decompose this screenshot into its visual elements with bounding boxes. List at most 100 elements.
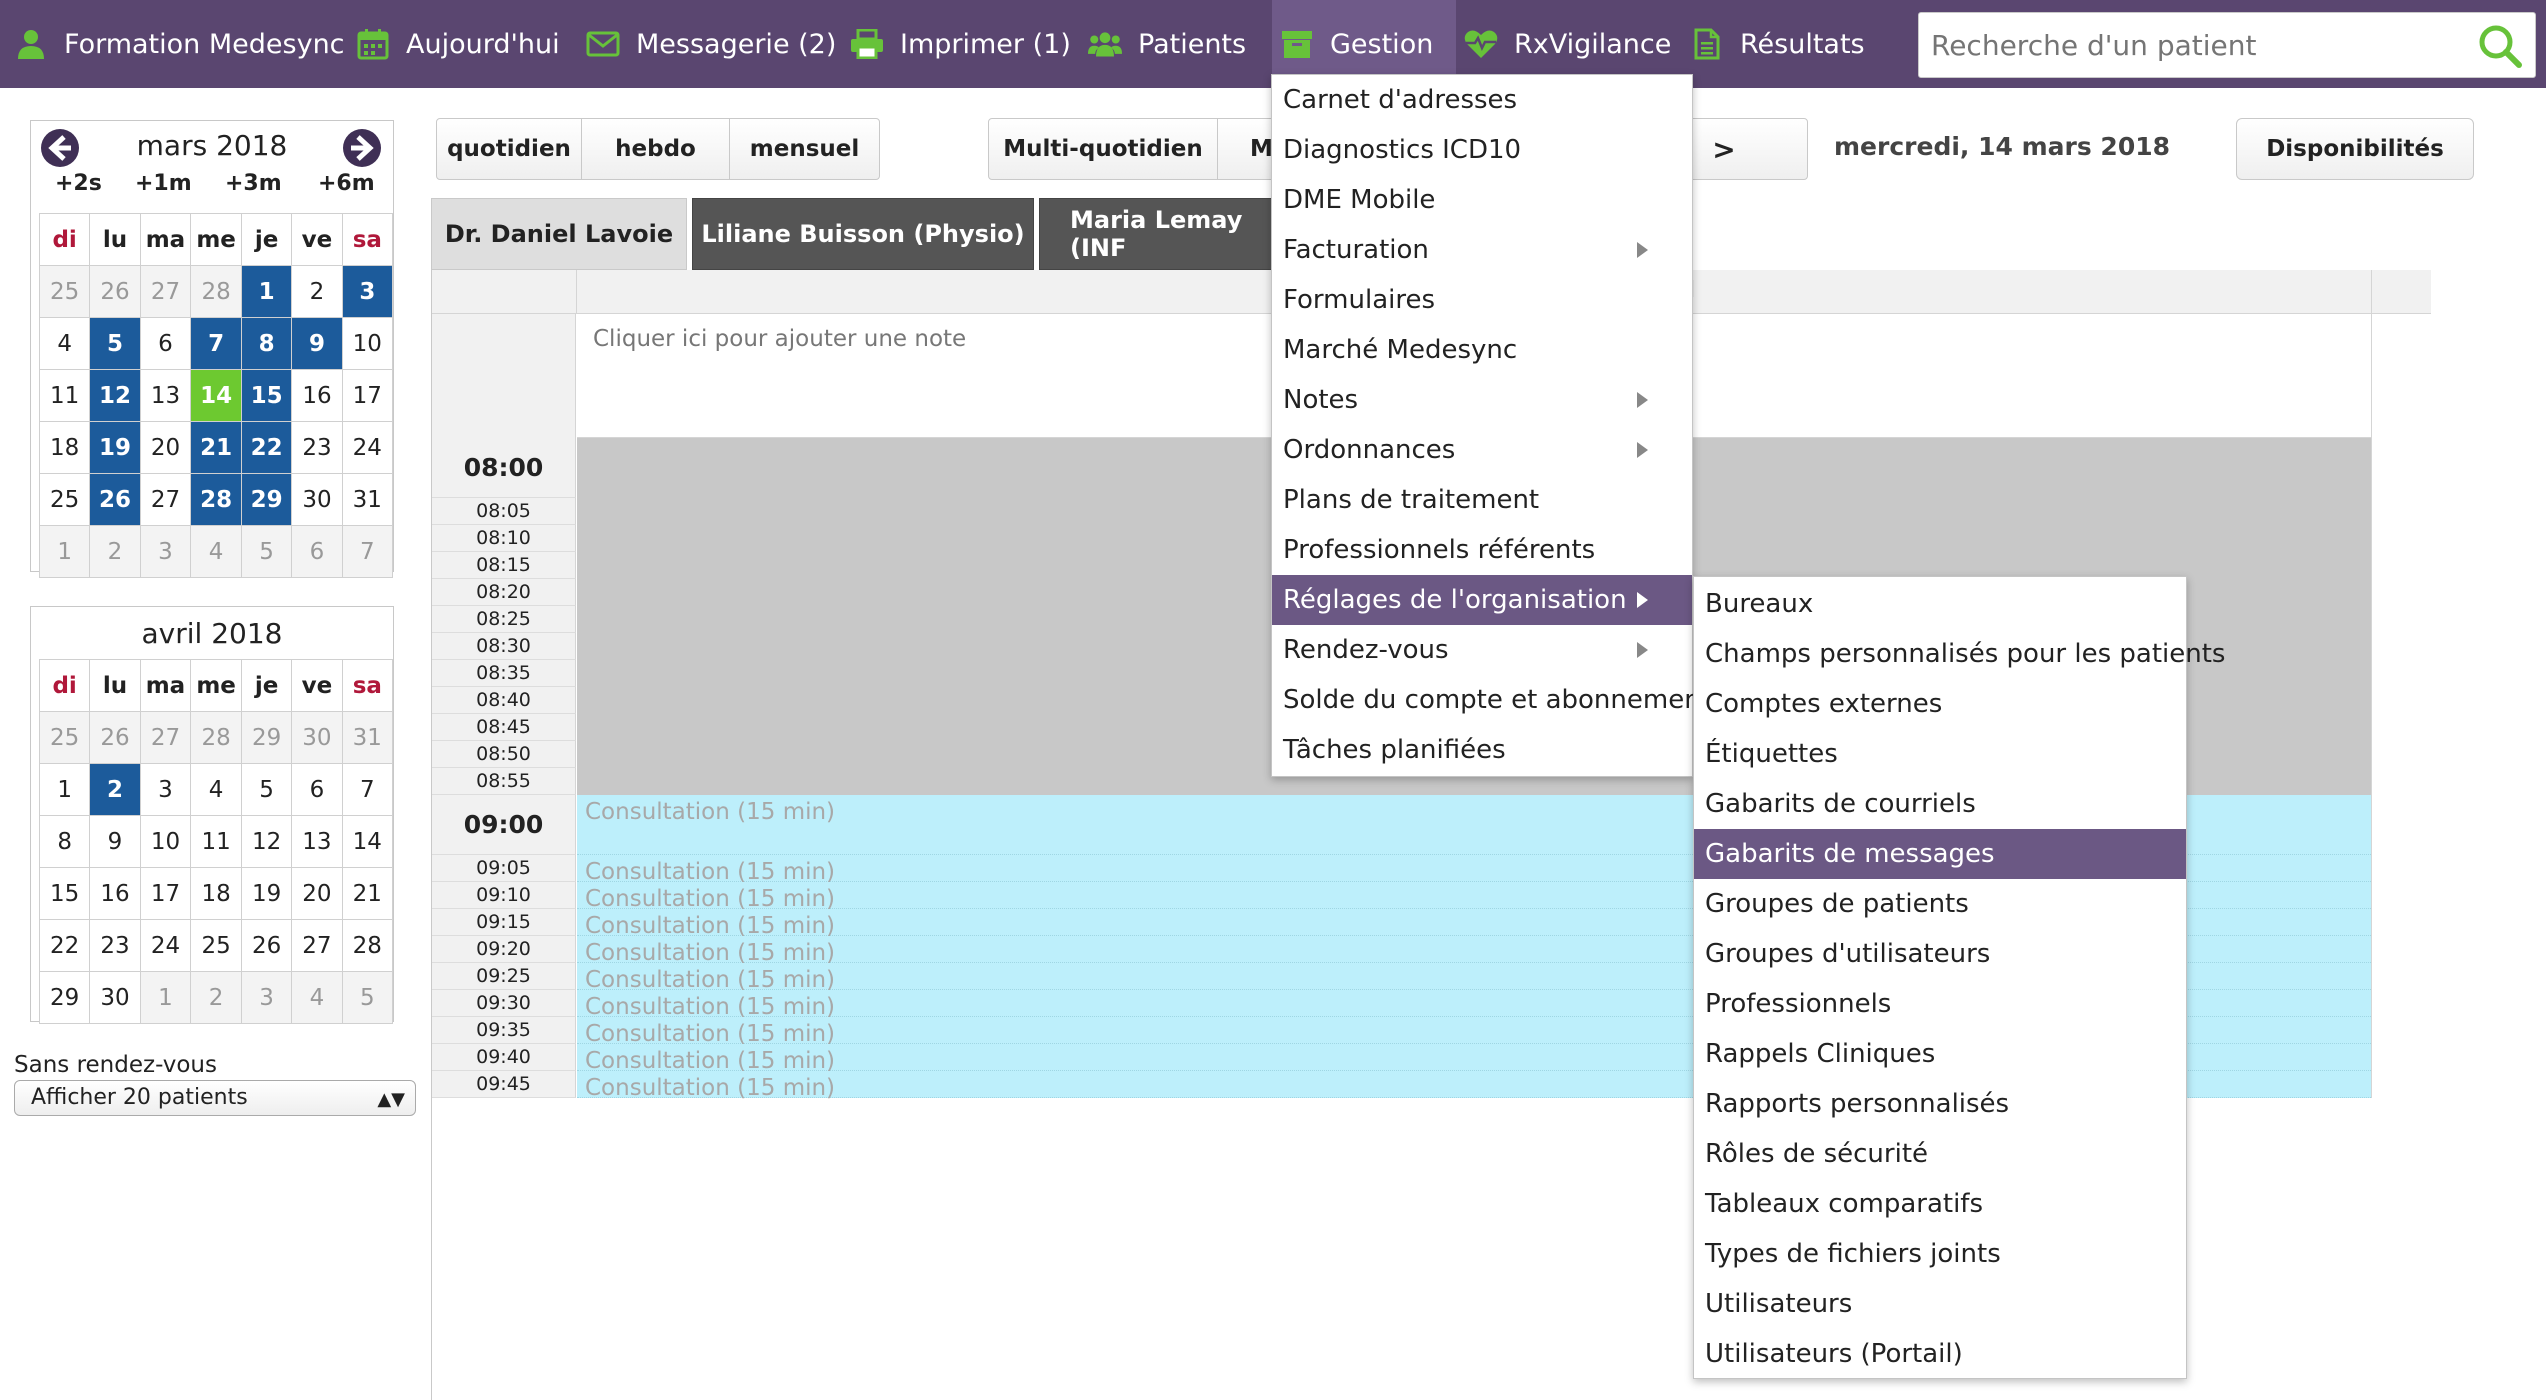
calendar-day[interactable]: 18 — [38, 421, 91, 474]
nav-patients[interactable]: Patients — [1088, 0, 1246, 88]
calendar-day[interactable]: 14 — [341, 815, 394, 868]
calendar-day[interactable]: 25 — [38, 711, 91, 764]
calendar-day[interactable]: 2 — [291, 265, 343, 318]
calendar-day[interactable]: 1 — [38, 525, 91, 578]
calendar-day[interactable]: 1 — [240, 265, 293, 318]
calendar-day[interactable]: 2 — [89, 525, 141, 578]
calendar-day[interactable]: 26 — [89, 473, 141, 526]
calendar-day[interactable]: 5 — [89, 317, 141, 370]
calendar-day[interactable]: 28 — [190, 711, 242, 764]
menu-item[interactable]: Rappels Cliniques — [1694, 1029, 2186, 1079]
calendar-day[interactable]: 22 — [240, 421, 293, 474]
menu-item[interactable]: Diagnostics ICD10 — [1272, 125, 1692, 175]
menu-item[interactable]: Groupes d'utilisateurs — [1694, 929, 2186, 979]
calendar-day[interactable]: 30 — [291, 473, 343, 526]
calendar-day[interactable]: 13 — [139, 369, 192, 422]
calendar-day[interactable]: 7 — [341, 525, 394, 578]
calendar-day[interactable]: 6 — [139, 317, 192, 370]
calendar-day[interactable]: 3 — [341, 265, 394, 318]
menu-item[interactable]: Types de fichiers joints — [1694, 1229, 2186, 1279]
calendar-day[interactable]: 7 — [341, 763, 394, 816]
calendar-day[interactable]: 11 — [190, 815, 242, 868]
jump-1-month[interactable]: +1m — [135, 171, 192, 196]
calendar-day[interactable]: 20 — [291, 867, 343, 920]
menu-item[interactable]: DME Mobile — [1272, 175, 1692, 225]
menu-item[interactable]: Tableaux comparatifs — [1694, 1179, 2186, 1229]
menu-item[interactable]: Professionnels — [1694, 979, 2186, 1029]
menu-item[interactable]: Gabarits de messages — [1694, 829, 2186, 879]
calendar-day[interactable]: 9 — [89, 815, 141, 868]
calendar-day[interactable]: 26 — [240, 919, 293, 972]
calendar-day[interactable]: 25 — [38, 473, 91, 526]
calendar-day[interactable]: 25 — [38, 265, 91, 318]
menu-item[interactable]: Étiquettes — [1694, 729, 2186, 779]
tab-practitioner-lavoie[interactable]: Dr. Daniel Lavoie — [431, 198, 687, 270]
calendar-day[interactable]: 4 — [291, 971, 343, 1024]
nav-today[interactable]: Aujourd'hui — [356, 0, 560, 88]
availability-button[interactable]: Disponibilités — [2236, 118, 2474, 180]
menu-item[interactable]: Réglages de l'organisation — [1272, 575, 1692, 625]
menu-item[interactable]: Rôles de sécurité — [1694, 1129, 2186, 1179]
calendar-day[interactable]: 25 — [190, 919, 242, 972]
calendar-day[interactable]: 23 — [291, 421, 343, 474]
calendar-day[interactable]: 28 — [190, 265, 242, 318]
view-multi-daily-button[interactable]: Multi-quotidien — [988, 118, 1218, 180]
menu-item[interactable]: Marché Medesync — [1272, 325, 1692, 375]
calendar-day[interactable]: 17 — [341, 369, 394, 422]
menu-item[interactable]: Utilisateurs (Portail) — [1694, 1329, 2186, 1379]
tab-practitioner-lemay[interactable]: Maria Lemay (INF — [1039, 198, 1279, 270]
view-monthly-button[interactable]: mensuel — [729, 118, 880, 180]
view-multi-other-button[interactable]: M — [1217, 118, 1277, 180]
menu-item[interactable]: Carnet d'adresses — [1272, 75, 1692, 125]
calendar-day[interactable]: 29 — [38, 971, 91, 1024]
nav-print[interactable]: Imprimer (1) — [850, 0, 1071, 88]
menu-item[interactable]: Champs personnalisés pour les patients — [1694, 629, 2225, 679]
view-weekly-button[interactable]: hebdo — [581, 118, 730, 180]
calendar-day[interactable]: 22 — [38, 919, 91, 972]
calendar-day[interactable]: 30 — [291, 711, 343, 764]
calendar-day[interactable]: 19 — [89, 421, 141, 474]
calendar-day[interactable]: 10 — [139, 815, 192, 868]
calendar-day[interactable]: 5 — [341, 971, 394, 1024]
calendar-day[interactable]: 27 — [291, 919, 343, 972]
calendar-day[interactable]: 27 — [139, 265, 192, 318]
calendar-day[interactable]: 12 — [240, 815, 293, 868]
menu-item[interactable]: Rapports personnalisés — [1694, 1079, 2186, 1129]
menu-item[interactable]: Solde du compte et abonnements — [1272, 675, 1724, 725]
calendar-day[interactable]: 4 — [38, 317, 91, 370]
calendar-day[interactable]: 24 — [341, 421, 394, 474]
calendar-day[interactable]: 2 — [190, 971, 242, 1024]
view-daily-button[interactable]: quotidien — [436, 118, 582, 180]
calendar-day[interactable]: 1 — [38, 763, 91, 816]
menu-item[interactable]: Notes — [1272, 375, 1692, 425]
menu-item[interactable]: Facturation — [1272, 225, 1692, 275]
menu-item[interactable]: Utilisateurs — [1694, 1279, 2186, 1329]
calendar-day[interactable]: 26 — [89, 265, 141, 318]
calendar-day[interactable]: 5 — [240, 763, 293, 816]
calendar-day[interactable]: 20 — [139, 421, 192, 474]
calendar-day[interactable]: 26 — [89, 711, 141, 764]
calendar-day[interactable]: 10 — [341, 317, 394, 370]
calendar-day[interactable]: 21 — [341, 867, 394, 920]
calendar-day[interactable]: 8 — [240, 317, 293, 370]
calendar-day[interactable]: 9 — [291, 317, 343, 370]
calendar-day[interactable]: 31 — [341, 473, 394, 526]
calendar-day[interactable]: 12 — [89, 369, 141, 422]
calendar-day[interactable]: 29 — [240, 473, 293, 526]
nav-formation[interactable]: Formation Medesync — [14, 0, 345, 88]
jump-3-months[interactable]: +3m — [225, 171, 282, 196]
tab-practitioner-buisson[interactable]: Liliane Buisson (Physio) — [692, 198, 1034, 270]
calendar-day[interactable]: 28 — [341, 919, 394, 972]
calendar-day[interactable]: 31 — [341, 711, 394, 764]
calendar-day[interactable]: 15 — [240, 369, 293, 422]
calendar-day[interactable]: 21 — [190, 421, 242, 474]
calendar-day[interactable]: 6 — [291, 525, 343, 578]
patient-search-input[interactable] — [1929, 13, 2469, 77]
calendar-day[interactable]: 19 — [240, 867, 293, 920]
calendar-day[interactable]: 4 — [190, 525, 242, 578]
calendar-day[interactable]: 7 — [190, 317, 242, 370]
calendar-day[interactable]: 15 — [38, 867, 91, 920]
calendar-day[interactable]: 1 — [139, 971, 192, 1024]
menu-item[interactable]: Groupes de patients — [1694, 879, 2186, 929]
nav-results[interactable]: Résultats — [1690, 0, 1865, 88]
